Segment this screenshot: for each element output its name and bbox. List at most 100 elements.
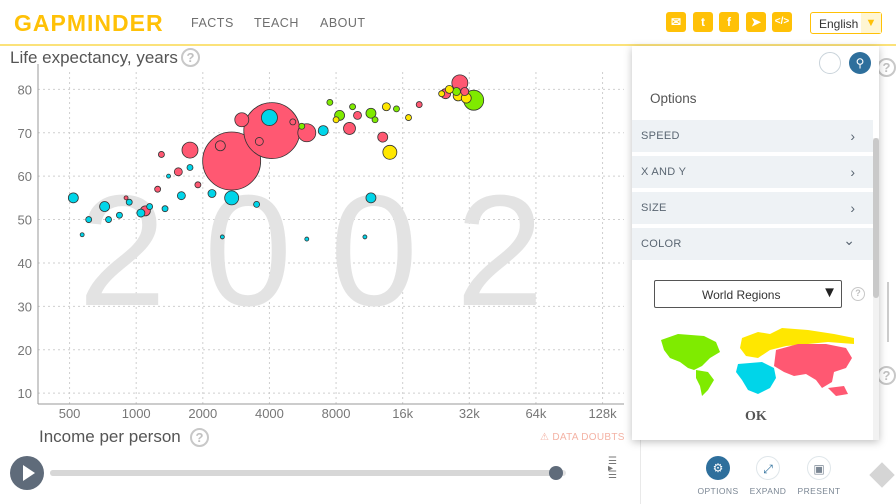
pin-icon[interactable]: ⚲ <box>849 52 871 74</box>
bubble-africa[interactable] <box>166 173 171 179</box>
bubble-europe[interactable] <box>405 114 412 121</box>
option-size-label: SIZE <box>641 202 667 214</box>
x-tick-label: 16k <box>392 406 413 421</box>
bubble-asia[interactable] <box>289 118 297 126</box>
bubble-africa[interactable] <box>85 216 93 223</box>
color-indicator-select[interactable]: World Regions ▼ <box>654 280 842 308</box>
bubble-asia[interactable] <box>158 151 165 158</box>
play-button[interactable] <box>10 456 44 490</box>
help-icon[interactable]: ? <box>877 366 896 385</box>
bubble-europe[interactable] <box>381 102 391 112</box>
chevron-down-icon: ⌄ <box>843 232 855 248</box>
option-color[interactable]: COLOR ⌄ <box>632 228 873 261</box>
bubble-africa[interactable] <box>362 234 368 240</box>
y-tick-label: 20 <box>18 343 32 358</box>
bubble-africa[interactable] <box>136 208 146 218</box>
option-speed[interactable]: SPEED › <box>632 120 873 153</box>
y-tick-label: 80 <box>18 82 32 97</box>
bubble-africa[interactable] <box>146 203 154 210</box>
bubble-asia[interactable] <box>123 195 129 201</box>
telegram-icon[interactable]: ➤ <box>746 12 766 32</box>
bubble-africa[interactable] <box>186 164 194 171</box>
x-tick-label: 8000 <box>322 406 351 421</box>
timeline-fill <box>50 470 556 476</box>
bubble-africa[interactable] <box>99 201 111 212</box>
x-tick-label: 128k <box>588 406 617 421</box>
embed-icon[interactable]: </> <box>772 12 792 32</box>
help-icon[interactable]: ? <box>851 287 865 301</box>
bubble-asia[interactable] <box>181 141 199 159</box>
option-size[interactable]: SIZE › <box>632 192 873 225</box>
bubble-americas[interactable] <box>371 116 379 124</box>
x-tick-label: 1000 <box>122 406 151 421</box>
bubble-asia[interactable] <box>415 101 423 108</box>
world-regions-map[interactable] <box>658 328 858 398</box>
help-icon[interactable]: ? <box>877 58 896 77</box>
bubble-europe[interactable] <box>382 144 398 160</box>
bubble-africa[interactable] <box>125 198 133 206</box>
year-watermark: 2002 <box>78 163 582 339</box>
bubble-chart: 2002 10 20 30 40 50 60 70 80 500 1000 2000 4000 8000… <box>18 64 624 421</box>
bubble-asia[interactable] <box>353 110 362 120</box>
ok-button[interactable]: OK <box>745 409 767 425</box>
language-label: English <box>819 17 859 31</box>
bubble-africa[interactable] <box>105 216 112 223</box>
twitter-icon[interactable]: t <box>693 12 713 32</box>
y-tick-label: 40 <box>18 256 32 271</box>
bubble-asia[interactable] <box>194 181 202 189</box>
bubble-africa[interactable] <box>67 192 79 204</box>
bubble-africa[interactable] <box>261 109 278 126</box>
chevron-down-icon: ▼ <box>861 13 881 33</box>
panel-title: Options <box>650 91 697 106</box>
bubble-europe[interactable] <box>438 90 446 98</box>
x-axis-title[interactable]: Income per person <box>39 427 181 447</box>
bubble-asia[interactable] <box>154 185 162 193</box>
bubble-europe[interactable] <box>332 116 340 124</box>
bubble-americas[interactable] <box>349 103 356 111</box>
bubble-asia[interactable] <box>214 140 226 152</box>
map-region-americas <box>661 334 720 396</box>
move-panel-icon[interactable] <box>819 52 841 74</box>
language-selector[interactable]: English ▼ <box>810 12 882 34</box>
bubble-africa[interactable] <box>79 232 85 238</box>
bubble-americas[interactable] <box>298 122 306 130</box>
panel-scrollbar[interactable] <box>873 138 879 440</box>
y-tick-label: 60 <box>18 169 32 184</box>
data-doubts-link[interactable]: ⚠ DATA DOUBTS <box>540 432 625 443</box>
bubble-africa[interactable] <box>224 190 240 206</box>
bubble-africa[interactable] <box>317 125 329 136</box>
bubble-africa[interactable] <box>219 234 225 240</box>
bubble-africa[interactable] <box>365 192 377 204</box>
bubble-africa[interactable] <box>161 205 169 213</box>
mail-icon[interactable]: ✉ <box>666 12 686 32</box>
option-x-and-y[interactable]: X AND Y › <box>632 156 873 189</box>
dropdown-arrow-icon: ▼ <box>822 284 837 301</box>
bubble-asia[interactable] <box>460 87 470 96</box>
bubble-americas[interactable] <box>393 105 400 113</box>
option-x-and-y-label: X AND Y <box>641 166 687 178</box>
timeline-thumb[interactable] <box>548 466 563 480</box>
bubble-africa[interactable] <box>304 236 310 242</box>
facebook-icon[interactable]: f <box>719 12 739 32</box>
bubble-asia[interactable] <box>254 137 264 146</box>
options-panel: ⚲ Options SPEED › X AND Y › SIZE › COLOR… <box>632 46 879 440</box>
help-icon[interactable]: ? <box>190 428 209 447</box>
bubble-asia[interactable] <box>377 131 389 143</box>
map-region-africa <box>736 362 776 394</box>
playback-speed-icon[interactable]: ☰ ▸ ☰ <box>608 457 626 486</box>
size-slider-track[interactable] <box>887 282 889 342</box>
chevron-right-icon: › <box>850 164 855 180</box>
bubble-africa[interactable] <box>116 211 123 219</box>
bubble-asia[interactable] <box>343 122 356 135</box>
bubble-europe[interactable] <box>444 84 454 94</box>
bubble-africa[interactable] <box>207 189 217 198</box>
bubble-africa[interactable] <box>253 200 261 208</box>
bubble-asia[interactable] <box>173 167 183 177</box>
bubble-americas[interactable] <box>326 98 334 106</box>
panel-scrollbar-thumb[interactable] <box>873 138 879 298</box>
bubble-africa[interactable] <box>176 191 186 201</box>
map-region-asia <box>774 344 852 396</box>
timeline-track[interactable] <box>50 470 566 476</box>
bubble-asia[interactable] <box>234 112 250 128</box>
present-button[interactable]: ▣ PRESENT <box>789 456 849 496</box>
